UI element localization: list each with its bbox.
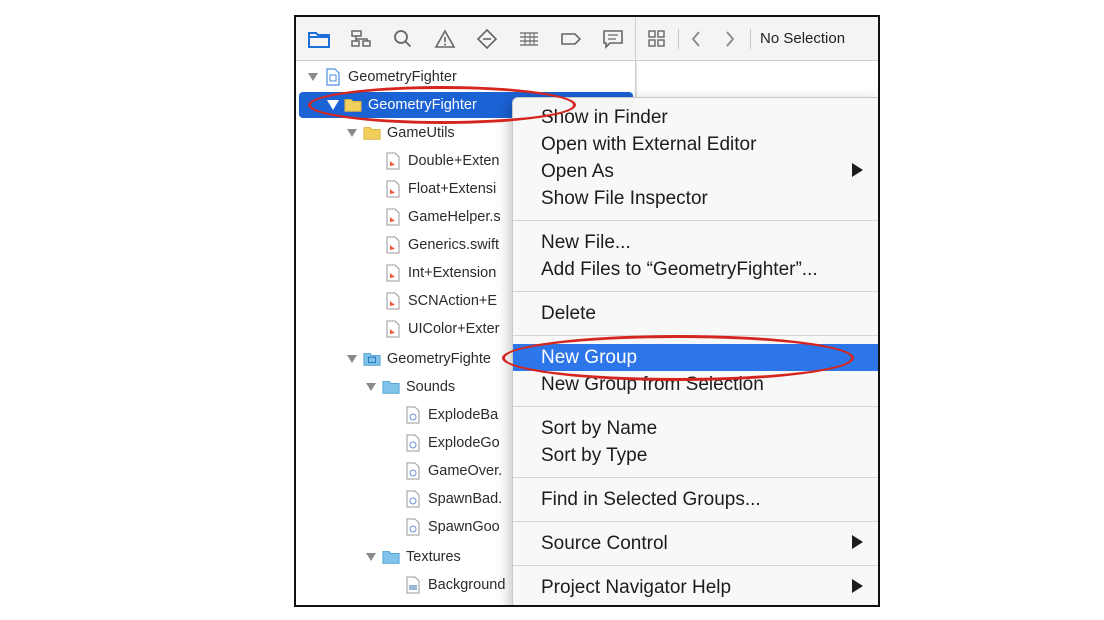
disclosure-triangle-icon[interactable] xyxy=(364,381,378,393)
hierarchy-icon[interactable] xyxy=(348,27,374,51)
menu-item-show-file-inspector[interactable]: Show File Inspector xyxy=(513,185,878,212)
no-selection-label: No Selection xyxy=(760,30,846,47)
disclosure-triangle-icon[interactable] xyxy=(345,353,359,365)
tree-row-label: GeometryFighte xyxy=(387,351,491,367)
tree-row-label: Float+Extensi xyxy=(408,181,497,197)
disclosure-triangle-icon[interactable] xyxy=(364,551,378,563)
context-menu: Show in Finder Open with External Editor… xyxy=(512,97,878,605)
warning-icon[interactable] xyxy=(432,27,458,51)
xcode-screenshot-frame: No Selection GeometryFighter GeometryFig… xyxy=(294,15,880,607)
tree-row-label: SCNAction+E xyxy=(408,293,498,309)
swift-file-icon xyxy=(384,264,402,282)
menu-item-add-files[interactable]: Add Files to “GeometryFighter”... xyxy=(513,256,878,283)
menu-item-sort-by-type[interactable]: Sort by Type xyxy=(513,442,878,469)
tree-row-label: GameOver. xyxy=(428,463,503,479)
submenu-arrow-icon xyxy=(852,535,863,549)
swift-file-icon xyxy=(384,180,402,198)
menu-item-project-navigator-help[interactable]: Project Navigator Help xyxy=(513,574,878,601)
menu-item-open-external-editor[interactable]: Open with External Editor xyxy=(513,131,878,158)
menu-item-label: Open As xyxy=(541,160,614,182)
swift-file-icon xyxy=(384,208,402,226)
tree-row-label: ExplodeBa xyxy=(428,407,499,423)
tree-row-label: Int+Extension xyxy=(408,265,497,281)
navigator-toolbar xyxy=(296,17,636,61)
tree-row-label: SpawnGoo xyxy=(428,519,500,535)
editor-jump-bar: No Selection xyxy=(636,17,878,61)
tree-row-label: Double+Exten xyxy=(408,153,500,169)
menu-item-new-group-from-selection[interactable]: New Group from Selection xyxy=(513,371,878,398)
audio-file-icon xyxy=(404,518,422,536)
folder-icon xyxy=(382,379,400,395)
swift-file-icon xyxy=(384,236,402,254)
tree-row-label: Textures xyxy=(406,549,461,565)
audio-file-icon xyxy=(404,490,422,508)
menu-item-new-file[interactable]: New File... xyxy=(513,229,878,256)
tree-row-label: UIColor+Exter xyxy=(408,321,500,337)
menu-separator xyxy=(513,565,878,566)
disclosure-triangle-icon[interactable] xyxy=(326,99,340,111)
tree-row-label: GeometryFighter xyxy=(348,69,457,85)
toolbar-separator xyxy=(750,29,751,49)
menu-separator xyxy=(513,521,878,522)
tree-row-label: ExplodeGo xyxy=(428,435,500,451)
disclosure-triangle-icon[interactable] xyxy=(345,127,359,139)
submenu-arrow-icon xyxy=(852,163,863,177)
folder-reference-icon xyxy=(363,351,381,367)
image-file-icon xyxy=(404,576,422,594)
grid-icon[interactable] xyxy=(644,27,670,51)
audio-file-icon xyxy=(404,434,422,452)
folder-icon[interactable] xyxy=(306,27,332,51)
menu-separator xyxy=(513,406,878,407)
tree-row-label: Generics.swift xyxy=(408,237,500,253)
tree-row-project[interactable]: GeometryFighter xyxy=(296,63,636,91)
table-icon[interactable] xyxy=(516,27,542,51)
swift-file-icon xyxy=(384,292,402,310)
menu-item-sort-by-name[interactable]: Sort by Name xyxy=(513,415,878,442)
comment-icon[interactable] xyxy=(600,27,626,51)
menu-separator xyxy=(513,220,878,221)
menu-separator xyxy=(513,335,878,336)
tree-row-label: Sounds xyxy=(406,379,456,395)
back-chevron-icon[interactable] xyxy=(686,27,706,51)
forward-chevron-icon[interactable] xyxy=(720,27,740,51)
tree-row-label: SpawnBad. xyxy=(428,491,503,507)
menu-item-open-as[interactable]: Open As xyxy=(513,158,878,185)
menu-item-delete[interactable]: Delete xyxy=(513,300,878,327)
menu-separator xyxy=(513,291,878,292)
label-icon[interactable] xyxy=(558,27,584,51)
tree-row-label: GameHelper.s xyxy=(408,209,501,225)
diamond-icon[interactable] xyxy=(474,27,500,51)
search-icon[interactable] xyxy=(390,27,416,51)
menu-item-label: Project Navigator Help xyxy=(541,576,732,598)
menu-separator xyxy=(513,477,878,478)
audio-file-icon xyxy=(404,462,422,480)
swift-file-icon xyxy=(384,152,402,170)
tree-row-label: GameUtils xyxy=(387,125,455,141)
menu-item-new-group[interactable]: New Group xyxy=(513,344,878,371)
folder-icon xyxy=(363,125,381,141)
toolbar-separator xyxy=(678,29,679,49)
disclosure-triangle-icon[interactable] xyxy=(306,71,320,83)
submenu-arrow-icon xyxy=(852,579,863,593)
menu-item-find-in-selected-groups[interactable]: Find in Selected Groups... xyxy=(513,486,878,513)
tree-row-label: GeometryFighter xyxy=(368,97,477,113)
audio-file-icon xyxy=(404,406,422,424)
project-file-icon xyxy=(324,68,342,86)
menu-item-show-in-finder[interactable]: Show in Finder xyxy=(513,104,878,131)
folder-icon xyxy=(344,97,362,113)
folder-icon xyxy=(382,549,400,565)
menu-item-label: Source Control xyxy=(541,532,668,554)
tree-row-label: Background xyxy=(428,577,506,593)
swift-file-icon xyxy=(384,320,402,338)
menu-item-source-control[interactable]: Source Control xyxy=(513,530,878,557)
